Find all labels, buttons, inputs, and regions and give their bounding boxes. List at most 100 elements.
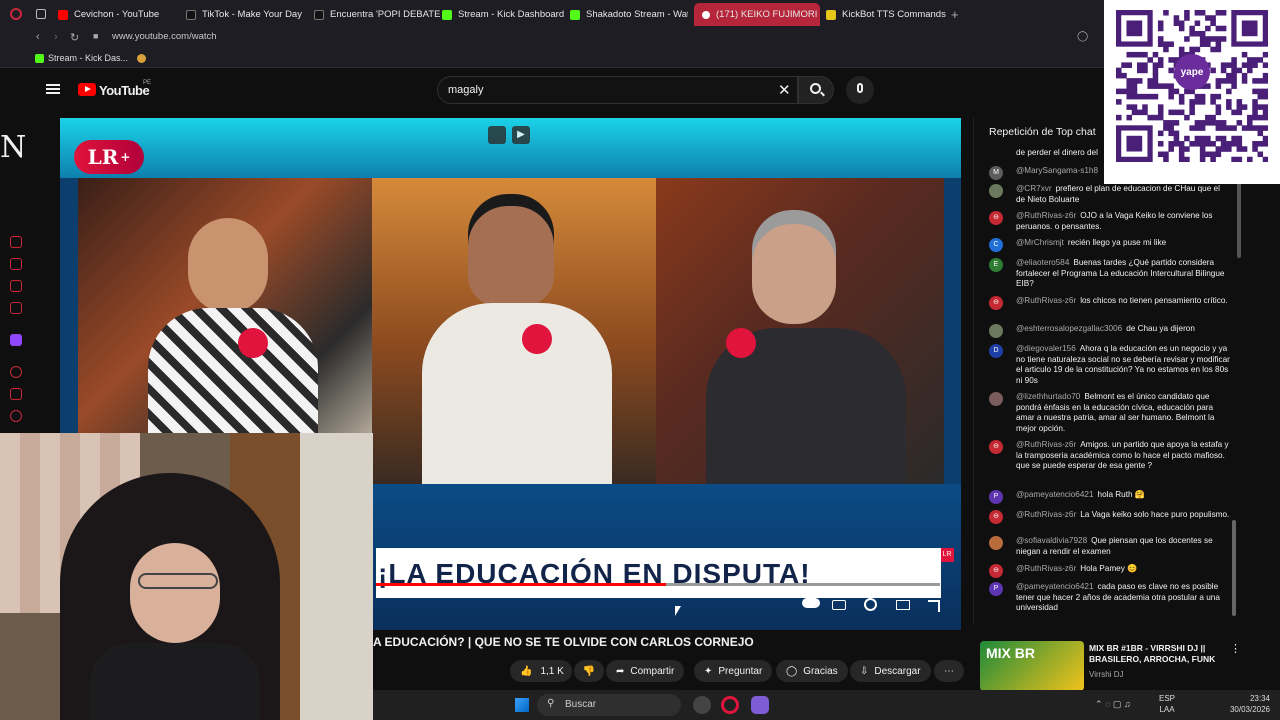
chat-message[interactable]: @lizethhurtado70 Belmont es el único cand… [989,392,1231,434]
next-icon[interactable]: ▶ [512,126,530,144]
share-button[interactable]: ➦ Compartir [606,660,685,682]
sidebar-player-icon[interactable] [10,302,22,314]
search-button[interactable] [798,76,834,104]
tab-shakadoto[interactable]: Shakadoto Stream - Watc [570,3,688,26]
windows-start-icon[interactable] [515,698,529,712]
chat-username[interactable]: @sofiavaldivia7928 [1016,536,1087,545]
fullscreen-icon[interactable] [928,600,940,612]
back-icon[interactable]: ‹ [36,31,40,43]
sidebar-twitch-icon[interactable] [10,334,22,346]
sidebar-messenger-icon[interactable] [10,280,22,292]
sidebar-heart-icon[interactable] [10,410,22,422]
clear-search-icon[interactable]: ✕ [778,81,791,99]
chat-username[interactable]: @pameyatencio6421 [1016,490,1094,499]
chat-username[interactable]: @RuthRivas-z6r [1016,564,1076,573]
recommendation-channel[interactable]: Virrshi DJ [1089,670,1124,679]
chat-message[interactable]: @CR7xvr prefiero el plan de educacion de … [989,184,1231,205]
chat-avatar[interactable] [989,536,1003,550]
url-field[interactable]: www.youtube.com/watch [112,31,217,42]
chat-username[interactable]: @eshterrosalopezgallac3006 [1016,324,1122,333]
language-indicator[interactable]: ESP LAA [1159,693,1175,715]
chat-username[interactable]: @eliaotero584 [1016,258,1069,267]
download-button[interactable]: ⇩ Descargar [850,660,931,682]
sidebar-history-icon[interactable] [10,236,22,248]
chat-username[interactable]: @pameyatencio6421 [1016,582,1094,591]
chat-message[interactable]: ⊖ @RuthRivas-z6r Amigos. un partido que ap… [989,440,1231,472]
chat-header[interactable]: Repetición de Top chat [989,126,1096,138]
miniplayer-icon[interactable] [896,600,910,610]
chat-message[interactable]: E @eliaotero584 Buenas tardes ¿Qué partido… [989,258,1231,290]
ask-button[interactable]: ✦ Preguntar [694,660,773,682]
autoplay-toggle[interactable] [802,598,820,608]
chat-avatar[interactable] [989,324,1003,338]
tab-tiktok[interactable]: TikTok - Make Your Day [186,3,302,26]
tab-kickbot[interactable]: KickBot TTS Commands [826,3,946,26]
miniplayer-icon[interactable] [488,126,506,144]
tab-cevichon[interactable]: Cevichon - YouTube [58,3,159,26]
sidebar-clock-icon[interactable] [10,366,22,378]
tray-icons[interactable]: ⌃ ◌ ▢ ♫ [1095,699,1131,710]
chat-avatar[interactable]: E [989,258,1003,272]
bookmark-icon[interactable]: ◯ [1077,31,1088,42]
chat-avatar[interactable]: ⊖ [989,440,1003,454]
chat-avatar[interactable]: ⊖ [989,564,1003,578]
opera-logo-icon[interactable] [10,8,22,20]
like-button[interactable]: 👍 1,1 K [510,660,572,682]
chat-message[interactable]: P @pameyatencio6421 hola Ruth 🤗 [989,490,1231,504]
progress-remaining[interactable] [666,583,940,586]
chat-username[interactable]: @diegovaler156 [1016,344,1076,353]
clock[interactable]: 23:34 30/03/2026 [1226,693,1270,715]
new-tab-button[interactable]: + [951,3,959,26]
chat-message[interactable]: @eshterrosalopezgallac3006 de Chau ya dij… [989,324,1231,338]
recommendation-thumbnail[interactable]: MIX BR [980,641,1084,691]
forward-icon[interactable]: › [54,31,58,43]
thanks-button[interactable]: ◯ Gracias [776,660,848,682]
subtitles-icon[interactable] [832,600,846,610]
sidebar-settings-icon[interactable] [10,388,22,400]
chat-avatar[interactable]: M [989,166,1003,180]
voice-search-button[interactable] [846,76,874,104]
opera-taskbar-icon[interactable] [721,696,739,714]
tab-kick-dashboard[interactable]: Stream - Kick Dashboard [442,3,564,26]
chat-avatar[interactable] [989,184,1003,198]
youtube-logo-icon[interactable] [78,83,96,96]
chat-message[interactable]: P @pameyatencio6421 cada paso es clave no … [989,582,1231,614]
reload-icon[interactable]: ↻ [70,31,79,44]
chat-message[interactable]: ⊖ @RuthRivas-z6r OJO a la Vaga Keiko le co… [989,211,1231,232]
app-icon[interactable] [693,696,711,714]
workspaces-icon[interactable] [36,9,46,19]
tab-keiko-active[interactable]: (171) KEIKO FUJIMORI [694,3,820,26]
chat-message[interactable]: C @MrChrismjt recién llego ya puse mi like [989,238,1231,252]
chat-username[interactable]: @lizethhurtado70 [1016,392,1080,401]
youtube-wordmark[interactable]: YouTube [99,83,150,98]
chat-username[interactable]: @RuthRivas-z6r [1016,510,1076,519]
bookmark-folder-icon[interactable] [137,54,146,63]
discord-taskbar-icon[interactable] [751,696,769,714]
recommendation-title[interactable]: MIX BR #1BR - VIRRSHI DJ || BRASILERO, A… [1089,643,1224,665]
chat-message[interactable]: @sofiavaldivia7928 Que piensan que los do… [989,536,1231,557]
chat-message[interactable]: ⊖ @RuthRivas-z6r Hola Pamey 😊 [989,564,1231,578]
chat-message[interactable]: D @diegovaler156 Ahora q la educación es u… [989,344,1231,386]
recommendation-menu-icon[interactable]: ⋮ [1230,642,1241,655]
chat-username[interactable]: @RuthRivas-z6r [1016,440,1076,449]
sidebar-wallet-icon[interactable] [10,258,22,270]
menu-icon[interactable] [46,84,60,86]
chat-avatar[interactable]: D [989,344,1003,358]
chat-username[interactable]: @RuthRivas-z6r [1016,211,1076,220]
chat-avatar[interactable]: P [989,582,1003,596]
dislike-button[interactable]: 👎 [574,660,604,682]
chat-avatar[interactable]: ⊖ [989,211,1003,225]
search-input[interactable]: magaly ✕ [437,76,798,104]
chat-list-scrollbar[interactable] [1232,520,1236,616]
chat-username[interactable]: @RuthRivas-z6r [1016,296,1076,305]
chat-avatar[interactable]: ⊖ [989,296,1003,310]
chat-username[interactable]: @MarySangama-s1h8 [1016,166,1098,175]
settings-gear-icon[interactable] [864,598,877,611]
more-actions-button[interactable]: ⋯ [934,660,964,682]
chat-username[interactable]: @CR7xvr [1016,184,1052,193]
chat-username[interactable]: @MrChrismjt [1016,238,1064,247]
taskbar-search[interactable]: ⚲ Buscar [537,694,681,716]
tab-popi-debate[interactable]: Encuentra 'POPI DEBATE [314,3,440,26]
chat-avatar[interactable]: P [989,490,1003,504]
chat-avatar[interactable]: C [989,238,1003,252]
